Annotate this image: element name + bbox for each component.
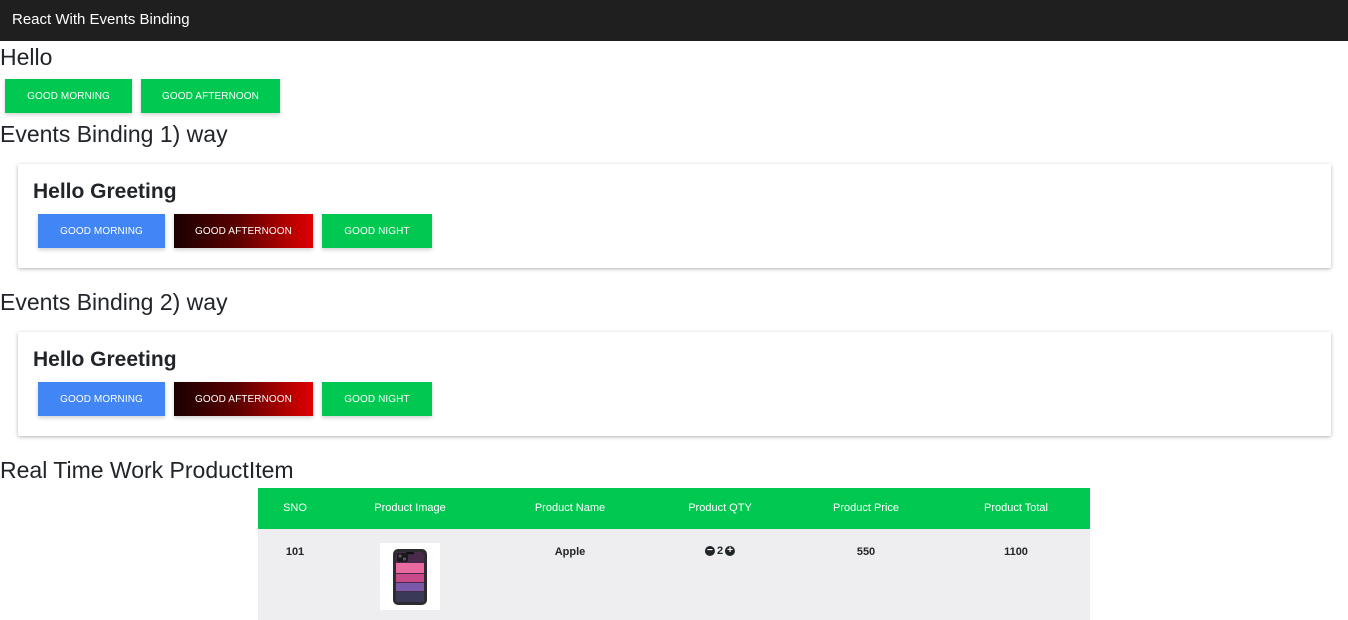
good-morning-button[interactable]: Good Morning bbox=[38, 382, 165, 416]
column-header-sno: SNO bbox=[283, 502, 307, 514]
events-binding-way1-heading: Events Binding 1) way bbox=[0, 121, 228, 147]
iphone-product-image bbox=[380, 543, 440, 610]
plus-circle-icon[interactable]: + bbox=[725, 546, 736, 556]
column-header-product-qty: Product QTY bbox=[688, 502, 752, 514]
product-item-heading: Real Time Work ProductItem bbox=[0, 457, 294, 483]
product-name-cell: Apple bbox=[554, 546, 586, 558]
good-afternoon-button[interactable]: Good Afternoon bbox=[141, 79, 280, 113]
column-header-product-price: Product Price bbox=[832, 502, 900, 514]
column-header-product-image: Product Image bbox=[374, 502, 446, 514]
iphone-icon bbox=[393, 549, 427, 605]
navbar: React With Events Binding bbox=[0, 0, 1348, 41]
quantity-value: 2 bbox=[716, 545, 724, 557]
quantity-stepper: − 2 + bbox=[704, 545, 736, 557]
product-table: SNO Product Image Product Name Product Q… bbox=[258, 488, 1090, 620]
good-night-button[interactable]: Good Night bbox=[322, 382, 432, 416]
column-header-product-total: Product Total bbox=[983, 502, 1049, 514]
navbar-brand[interactable]: React With Events Binding bbox=[12, 11, 190, 28]
sno-cell: 101 bbox=[285, 546, 305, 558]
events-binding-way2-heading: Events Binding 2) way bbox=[0, 289, 228, 315]
table-row: 101 Apple − 2 + 550 1100 bbox=[258, 529, 1090, 620]
good-morning-button[interactable]: Good Morning bbox=[5, 79, 132, 113]
good-afternoon-button[interactable]: Good Afternoon bbox=[174, 214, 313, 248]
minus-circle-icon[interactable]: − bbox=[704, 546, 715, 556]
hello-heading: Hello bbox=[0, 44, 53, 70]
greeting-card-way1: Hello Greeting Good Morning Good Afterno… bbox=[18, 164, 1331, 268]
column-header-product-name: Product Name bbox=[534, 502, 606, 514]
good-night-button[interactable]: Good Night bbox=[322, 214, 432, 248]
greeting-card-way2: Hello Greeting Good Morning Good Afterno… bbox=[18, 332, 1331, 436]
good-morning-button[interactable]: Good Morning bbox=[38, 214, 165, 248]
product-price-cell: 550 bbox=[856, 546, 876, 558]
card-title: Hello Greeting bbox=[33, 348, 177, 371]
product-total-cell: 1100 bbox=[1004, 546, 1028, 558]
card-title: Hello Greeting bbox=[33, 180, 177, 203]
table-header-row: SNO Product Image Product Name Product Q… bbox=[258, 488, 1090, 529]
good-afternoon-button[interactable]: Good Afternoon bbox=[174, 382, 313, 416]
